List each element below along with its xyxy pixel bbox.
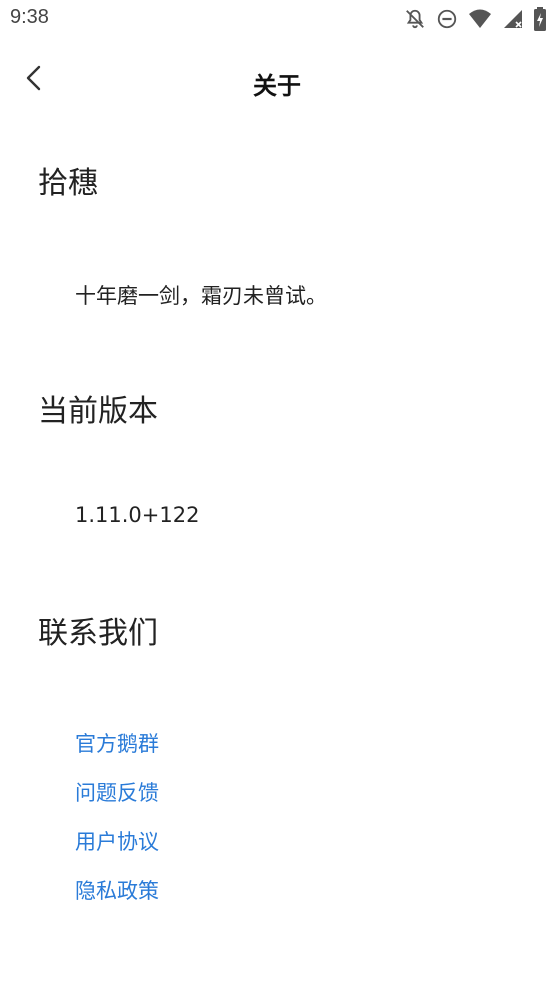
- app-bar: 关于: [0, 50, 554, 110]
- version-value: 1.11.0+122: [75, 503, 200, 527]
- link-privacy-policy[interactable]: 隐私政策: [75, 875, 159, 905]
- link-user-agreement[interactable]: 用户协议: [75, 826, 159, 856]
- wifi-icon: [468, 8, 492, 30]
- link-official-group[interactable]: 官方鹅群: [75, 728, 159, 758]
- status-icons: [404, 6, 546, 32]
- do-not-disturb-icon: [436, 8, 458, 30]
- status-time: 9:38: [10, 6, 49, 28]
- app-name-heading: 拾穗: [38, 166, 98, 201]
- link-feedback[interactable]: 问题反馈: [75, 777, 159, 807]
- battery-icon: [534, 7, 546, 31]
- signal-icon: [502, 8, 524, 30]
- notifications-off-icon: [404, 8, 426, 30]
- page-title: 关于: [253, 72, 301, 100]
- version-heading: 当前版本: [38, 394, 158, 429]
- contact-heading: 联系我们: [38, 616, 158, 651]
- app-slogan: 十年磨一剑，霜刃未曾试。: [75, 284, 327, 308]
- status-bar: 9:38: [0, 0, 554, 38]
